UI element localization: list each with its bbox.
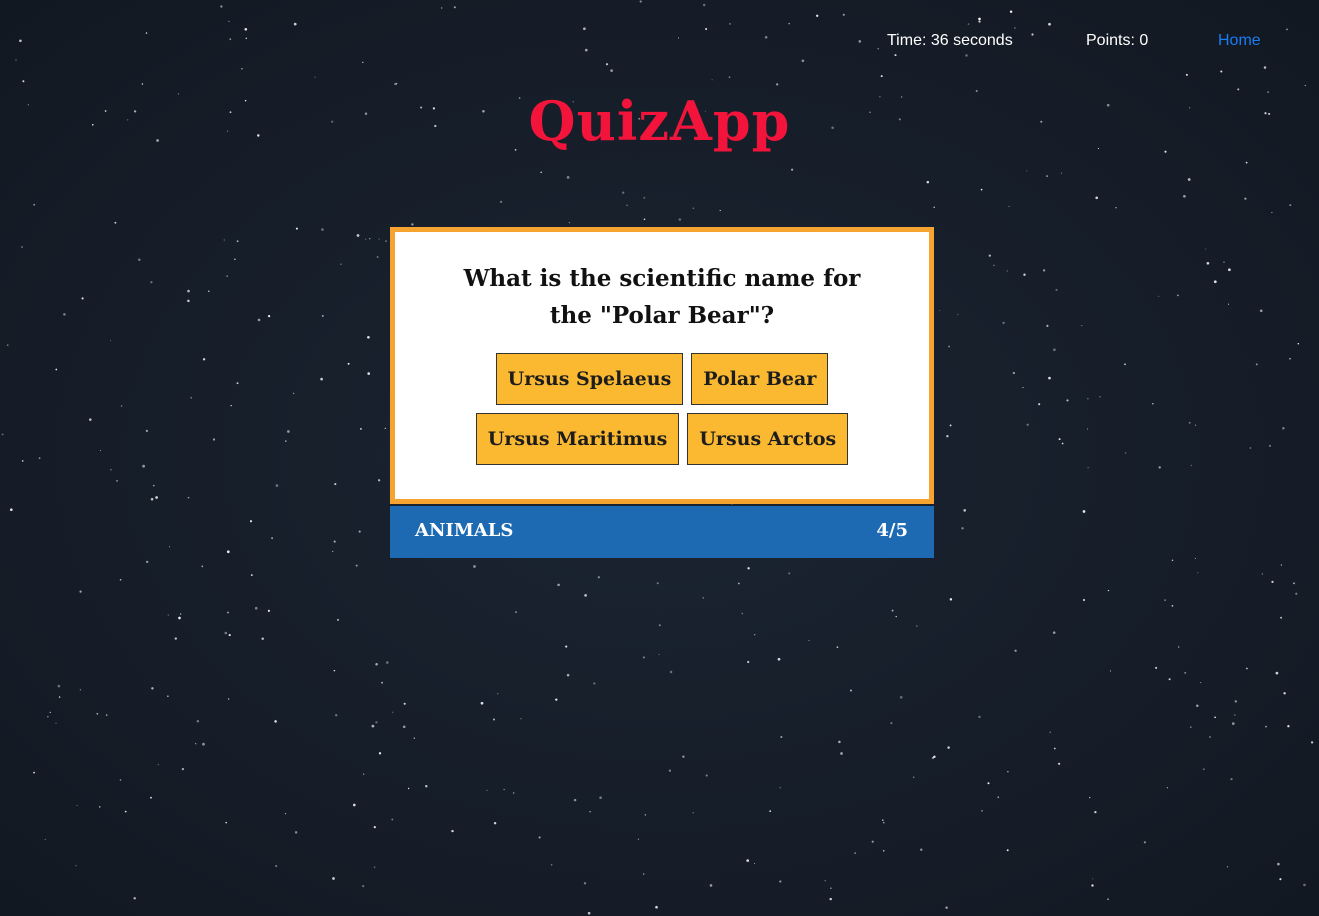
question-card: What is the scientific name for the "Pol… bbox=[390, 227, 934, 504]
card-footer: ANIMALS 4/5 bbox=[390, 506, 934, 558]
app-title: QuizApp bbox=[528, 89, 791, 153]
answer-list: Ursus Spelaeus Polar Bear Ursus Maritimu… bbox=[425, 353, 899, 465]
top-bar: Time: 36 seconds Points: 0 Home bbox=[0, 30, 1319, 56]
points-display: Points: 0 bbox=[1086, 32, 1149, 49]
answer-button-ursus-arctos[interactable]: Ursus Arctos bbox=[687, 413, 849, 465]
answer-button-ursus-maritimus[interactable]: Ursus Maritimus bbox=[475, 413, 680, 465]
question-text: What is the scientific name for the "Pol… bbox=[463, 265, 861, 329]
category-label: ANIMALS bbox=[415, 520, 514, 541]
timer-display: Time: 36 seconds bbox=[887, 32, 1013, 49]
home-link[interactable]: Home bbox=[1218, 32, 1261, 50]
answer-button-polar-bear[interactable]: Polar Bear bbox=[691, 353, 829, 405]
answer-button-ursus-spelaeus[interactable]: Ursus Spelaeus bbox=[495, 353, 684, 405]
question-progress: 4/5 bbox=[876, 520, 908, 541]
